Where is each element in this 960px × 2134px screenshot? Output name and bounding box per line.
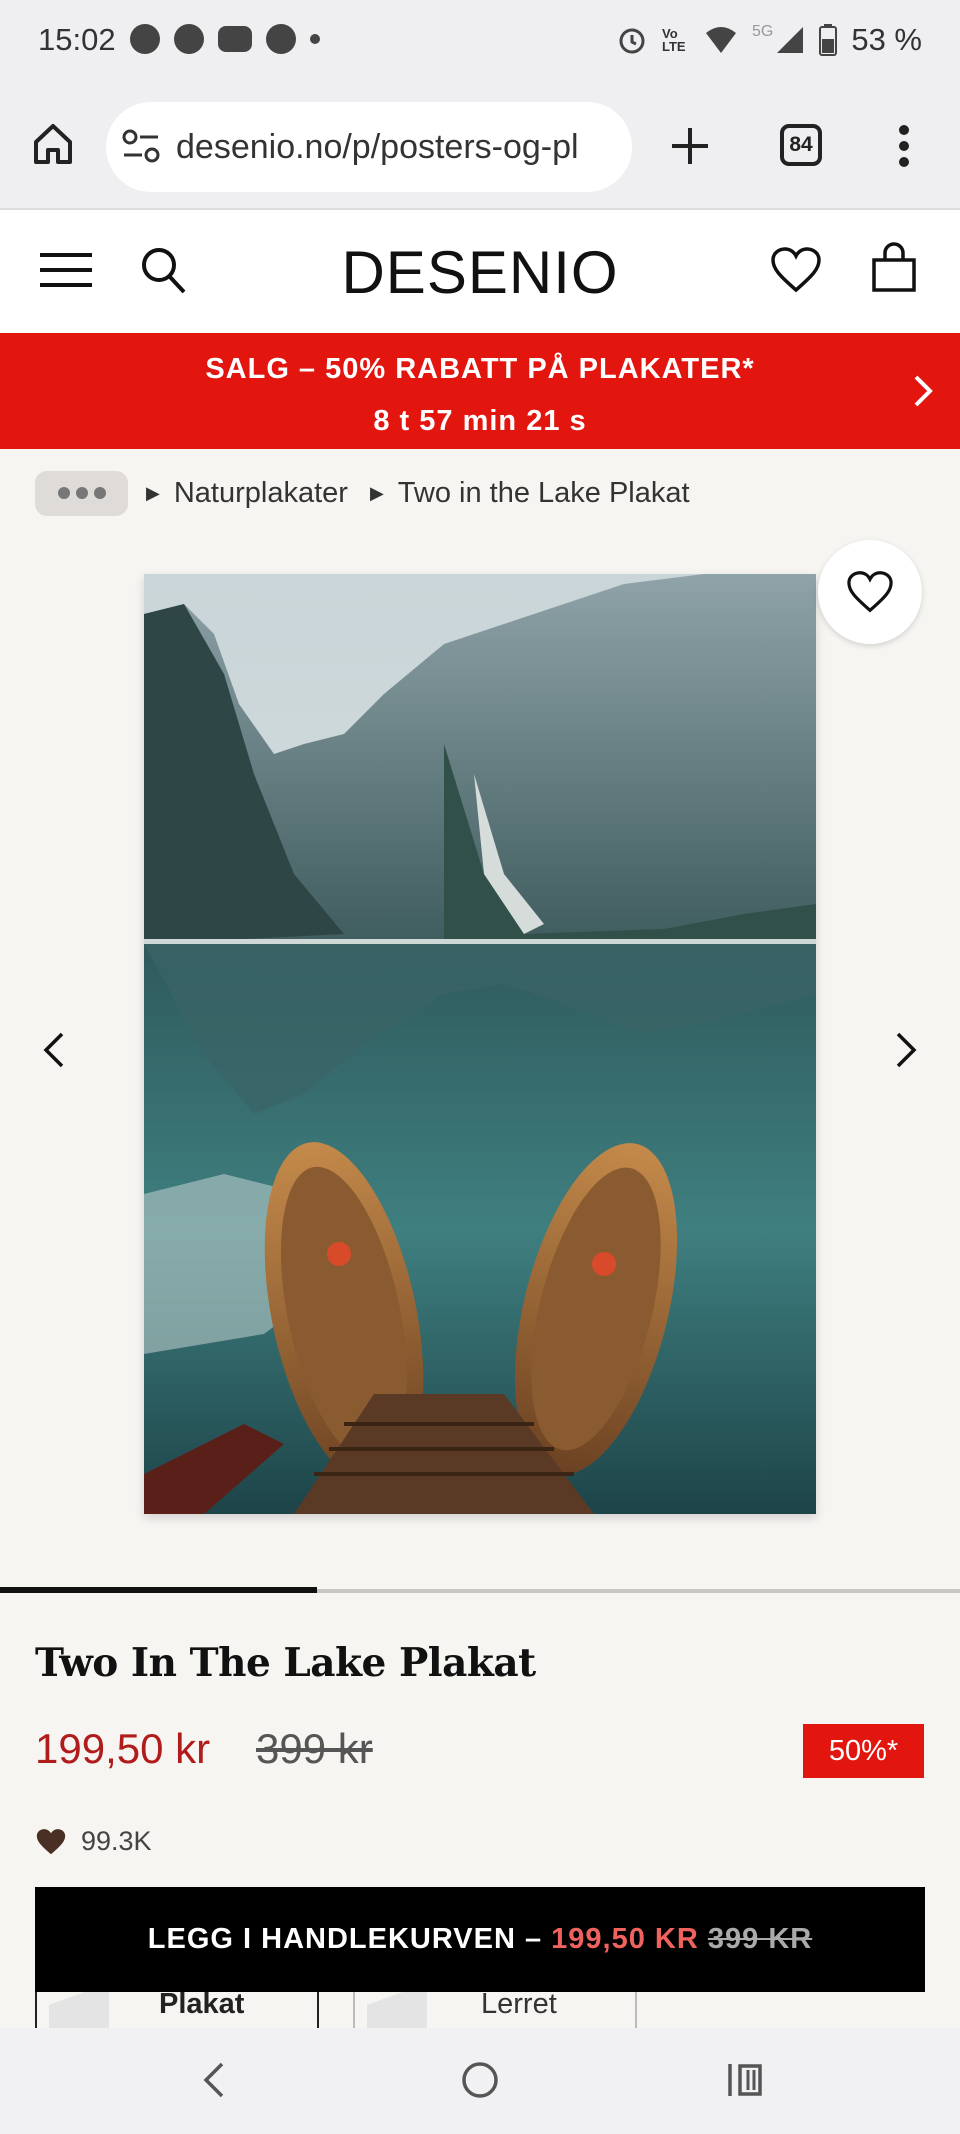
product-old-price: 399 kr — [256, 1725, 373, 1772]
format-label: Lerret — [481, 1988, 557, 2020]
wifi-icon — [705, 27, 736, 53]
url-text[interactable]: desenio.no/p/posters-og-pl — [176, 128, 622, 167]
more-notifications-dot-icon — [310, 34, 320, 44]
product-title: Two In The Lake Plakat — [35, 1640, 536, 1686]
back-icon[interactable] — [202, 2060, 226, 2100]
volte-icon: Vo LTE — [661, 26, 686, 54]
browser-toolbar: desenio.no/p/posters-og-pl 84 — [0, 86, 960, 210]
address-bar[interactable]: desenio.no/p/posters-og-pl — [106, 102, 632, 192]
system-navigation-bar — [0, 2028, 960, 2134]
chevron-right-icon[interactable] — [912, 373, 934, 409]
site-header: DESENIO — [0, 210, 960, 333]
breadcrumb-separator-icon: ▶ — [369, 482, 384, 503]
discount-badge: 50%* — [803, 1724, 924, 1778]
breadcrumb-item-current: Two in the Lake Plakat — [397, 476, 690, 509]
status-bar: 15:02 Vo LTE 5G 53 % — [0, 0, 960, 86]
product-price: 199,50 kr — [35, 1725, 211, 1772]
breadcrumb-separator-icon: ▶ — [146, 482, 160, 503]
battery-icon — [819, 24, 838, 56]
signal-icon — [777, 27, 804, 53]
tune-icon[interactable] — [122, 128, 160, 164]
sale-headline: SALG – 50% RABATT PÅ PLAKATER* — [205, 353, 755, 385]
cart-button-price: 199,50 KR — [551, 1923, 699, 1955]
notification-icons — [130, 24, 320, 54]
lake-boats-photo — [144, 574, 816, 1514]
sale-countdown: 8 t 57 min 21 s — [373, 405, 587, 437]
gallery-prev-icon[interactable] — [42, 1030, 66, 1070]
likes-count: 99.3K — [35, 1826, 152, 1857]
home-icon[interactable] — [32, 122, 74, 166]
status-time: 15:02 — [38, 22, 116, 57]
gallery-next-icon[interactable] — [894, 1030, 918, 1070]
breadcrumb-item-naturplakater[interactable]: Naturplakater — [174, 477, 348, 510]
gallery-progress-fill — [0, 1587, 317, 1593]
snapchat-icon — [130, 24, 160, 54]
plus-icon[interactable] — [670, 126, 710, 166]
battery-level: 53 % — [851, 22, 922, 57]
breadcrumb-expand-button[interactable] — [35, 470, 128, 516]
sale-banner[interactable]: SALG – 50% RABATT PÅ PLAKATER* 8 t 57 mi… — [0, 333, 960, 449]
messenger-icon — [174, 24, 204, 54]
kebab-menu-icon[interactable] — [898, 124, 910, 168]
pinterest-icon — [266, 24, 296, 54]
alarm-icon — [619, 28, 645, 54]
add-to-cart-button[interactable]: LEGG I HANDLEKURVEN – 199,50 KR 399 KR — [35, 1887, 925, 1992]
breadcrumb: ▶ Naturplakater ▶ Two in the Lake Plakat — [35, 470, 690, 516]
heart-icon — [847, 571, 893, 613]
recents-icon[interactable] — [726, 2060, 766, 2100]
heart-icon[interactable] — [770, 246, 822, 294]
youtube-icon — [218, 26, 252, 52]
cart-button-old-price: 399 KR — [707, 1923, 813, 1955]
product-image[interactable] — [144, 574, 816, 1514]
tab-switcher-button[interactable]: 84 — [780, 124, 822, 166]
cart-button-label: LEGG I HANDLEKURVEN – — [147, 1923, 552, 1955]
network-type: 5G — [751, 23, 774, 40]
likes-value: 99.3K — [81, 1826, 152, 1856]
format-label: Plakat — [159, 1988, 245, 2020]
heart-filled-icon — [36, 1828, 66, 1854]
shopping-bag-icon[interactable] — [870, 242, 918, 294]
add-to-wishlist-button[interactable] — [818, 540, 922, 644]
home-circle-icon[interactable] — [460, 2060, 500, 2100]
